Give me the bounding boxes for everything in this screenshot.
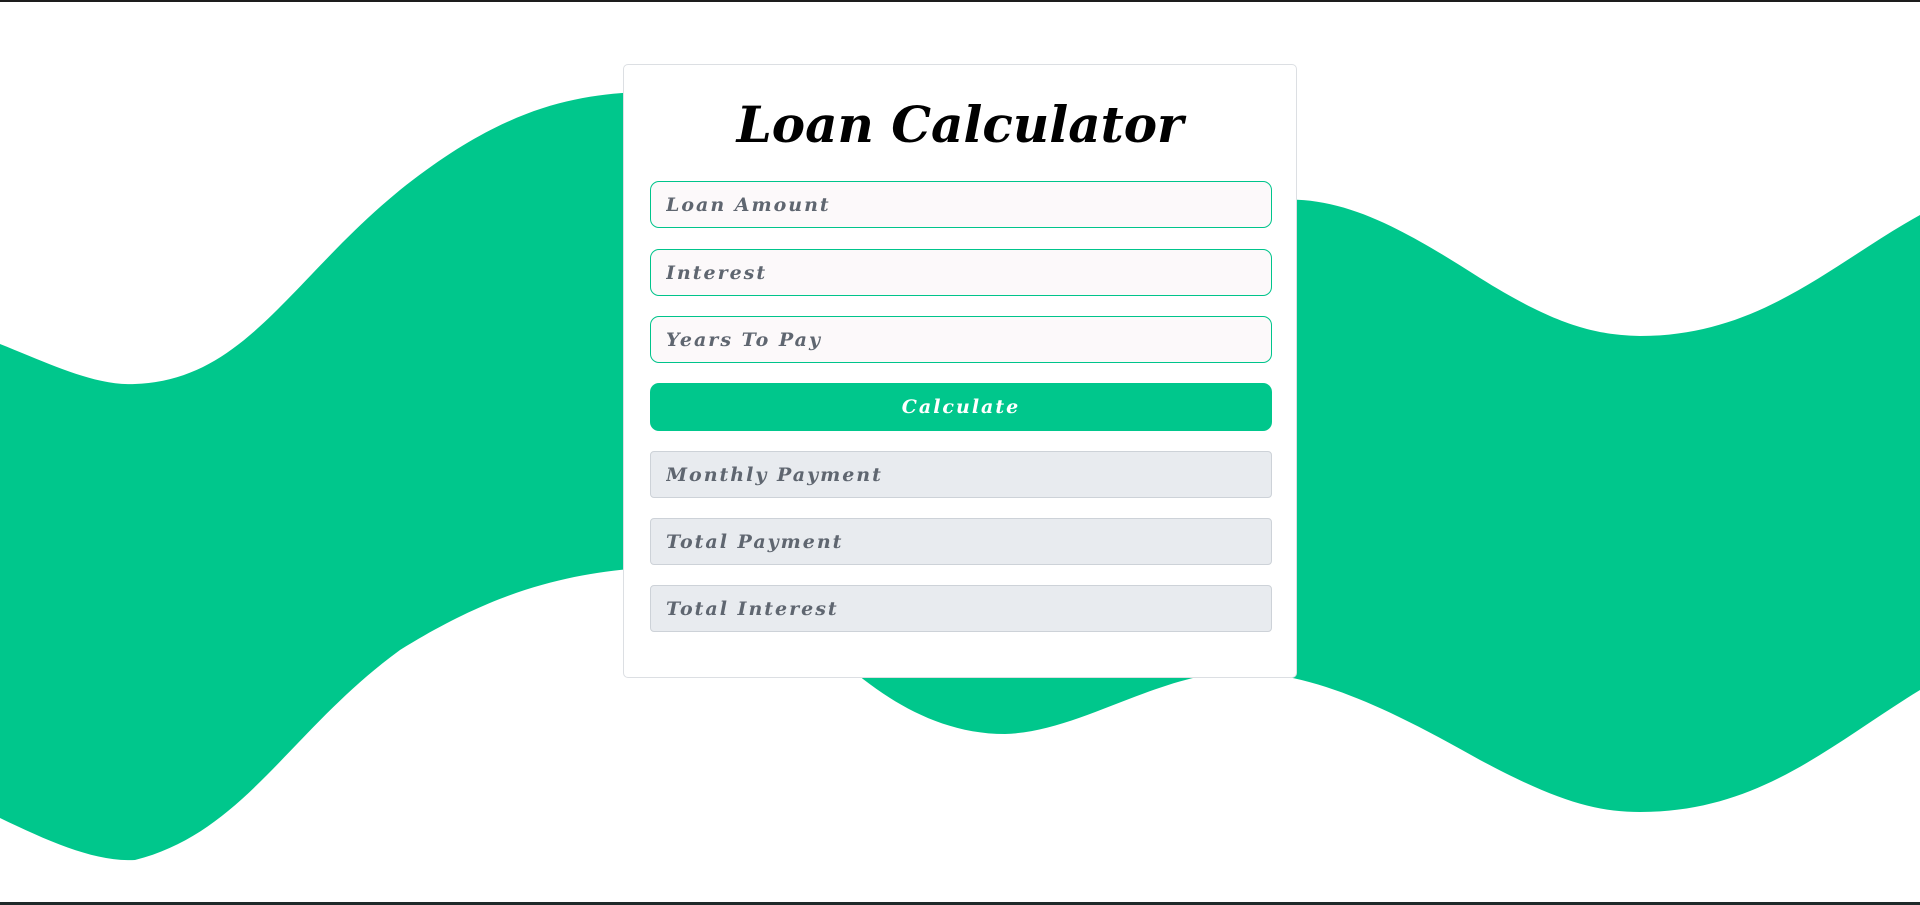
interest-input[interactable] xyxy=(650,249,1272,296)
loan-amount-input[interactable] xyxy=(650,181,1272,228)
calculate-button[interactable]: Calculate xyxy=(650,383,1272,431)
page: Loan Calculator Calculate xyxy=(0,0,1920,905)
total-interest-output xyxy=(650,585,1272,632)
page-title: Loan Calculator xyxy=(736,95,1184,154)
years-to-pay-input[interactable] xyxy=(650,316,1272,363)
monthly-payment-output xyxy=(650,451,1272,498)
total-payment-output xyxy=(650,518,1272,565)
loan-calculator-card: Loan Calculator Calculate xyxy=(623,64,1297,678)
